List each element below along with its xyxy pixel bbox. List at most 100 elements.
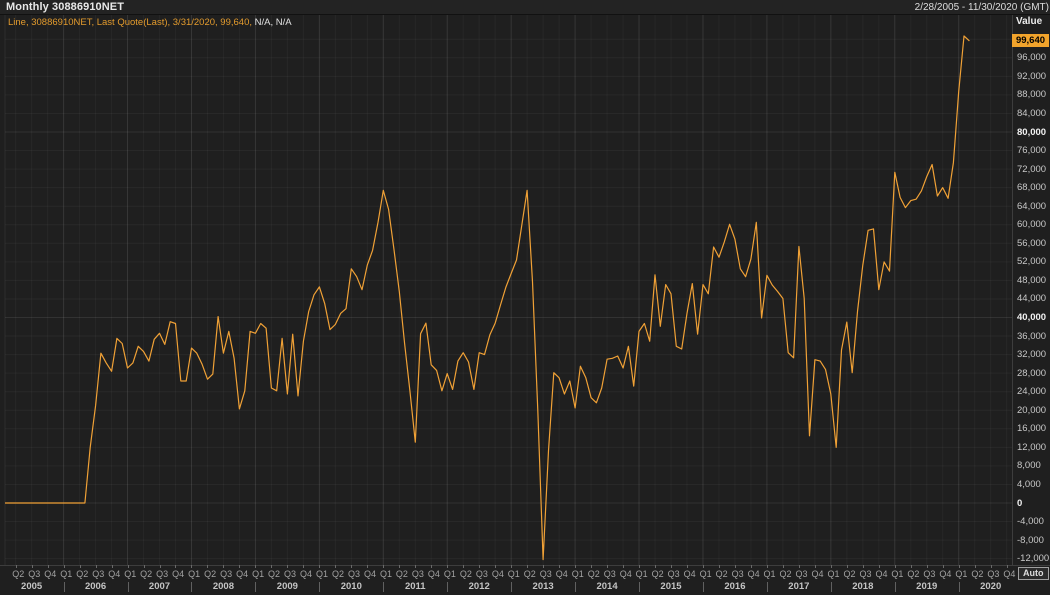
y-tick-label: 4,000 <box>1017 479 1041 490</box>
quarter-label: Q3 <box>923 569 935 579</box>
quarter-tick <box>207 565 208 568</box>
quarter-tick <box>479 565 480 568</box>
quarter-label: Q3 <box>28 569 40 579</box>
quarter-tick <box>815 565 816 568</box>
quarter-tick <box>943 565 944 568</box>
quarter-label: Q3 <box>796 569 808 579</box>
quarter-tick <box>831 565 832 568</box>
quarter-tick <box>783 565 784 568</box>
quarter-label: Q4 <box>812 569 824 579</box>
quarter-tick <box>160 565 161 568</box>
quarter-label: Q4 <box>748 569 760 579</box>
quarter-tick <box>991 565 992 568</box>
quarter-tick <box>879 565 880 568</box>
quarter-label: Q1 <box>700 569 712 579</box>
quarter-tick <box>911 565 912 568</box>
y-tick-label: 84,000 <box>1017 108 1046 119</box>
y-tick-label: 52,000 <box>1017 256 1046 267</box>
quarter-tick <box>463 565 464 568</box>
year-label: 2014 <box>596 581 617 592</box>
series-legend[interactable]: Line, 30886910NET, Last Quote(Last), 3/3… <box>8 17 292 28</box>
year-label: 2020 <box>980 581 1001 592</box>
quarter-label: Q1 <box>827 569 839 579</box>
y-tick-label: 24,000 <box>1017 386 1046 397</box>
quarter-tick <box>687 565 688 568</box>
y-tick-label: 48,000 <box>1017 275 1046 286</box>
quarter-label: Q3 <box>604 569 616 579</box>
quarter-label: Q4 <box>620 569 632 579</box>
year-separator <box>895 582 896 592</box>
quarter-label: Q1 <box>508 569 520 579</box>
y-tick-label: 68,000 <box>1017 182 1046 193</box>
series-legend-text: Line, 30886910NET, Last Quote(Last), 3/3… <box>8 17 252 28</box>
quarter-label: Q4 <box>556 569 568 579</box>
year-label: 2006 <box>85 581 106 592</box>
quarter-tick <box>511 565 512 568</box>
quarter-tick <box>735 565 736 568</box>
quarter-tick <box>703 565 704 568</box>
quarter-label: Q2 <box>140 569 152 579</box>
quarter-label: Q4 <box>300 569 312 579</box>
y-tick-label: 88,000 <box>1017 89 1046 100</box>
y-tick-label: 96,000 <box>1017 52 1046 63</box>
year-separator <box>255 582 256 592</box>
year-separator <box>383 582 384 592</box>
year-label: 2010 <box>341 581 362 592</box>
quarter-label: Q1 <box>955 569 967 579</box>
y-tick-label: 44,000 <box>1017 293 1046 304</box>
quarter-label: Q4 <box>939 569 951 579</box>
quarter-tick <box>319 565 320 568</box>
quarter-label: Q4 <box>44 569 56 579</box>
quarter-tick <box>975 565 976 568</box>
quarter-label: Q2 <box>268 569 280 579</box>
y-tick-label: 20,000 <box>1017 405 1046 416</box>
quarter-tick <box>623 565 624 568</box>
year-label: 2008 <box>213 581 234 592</box>
quarter-label: Q4 <box>684 569 696 579</box>
year-label: 2005 <box>21 581 42 592</box>
quarter-tick <box>239 565 240 568</box>
quarter-tick <box>607 565 608 568</box>
year-separator <box>511 582 512 592</box>
quarter-tick <box>655 565 656 568</box>
year-separator <box>319 582 320 592</box>
price-chart-plot-area[interactable] <box>0 0 1050 595</box>
quarter-label: Q1 <box>572 569 584 579</box>
quarter-tick <box>32 565 33 568</box>
quarter-tick <box>128 565 129 568</box>
quarter-label: Q2 <box>524 569 536 579</box>
quarter-label: Q4 <box>492 569 504 579</box>
quarter-tick <box>591 565 592 568</box>
price-line-series[interactable] <box>5 36 969 560</box>
quarter-tick <box>399 565 400 568</box>
quarter-tick <box>48 565 49 568</box>
quarter-tick <box>431 565 432 568</box>
quarter-tick <box>96 565 97 568</box>
year-separator <box>575 582 576 592</box>
quarter-label: Q4 <box>236 569 248 579</box>
quarter-tick <box>1007 565 1008 568</box>
last-value-badge: 99,640 <box>1012 34 1049 47</box>
quarter-label: Q1 <box>188 569 200 579</box>
quarter-tick <box>255 565 256 568</box>
quarter-label: Q4 <box>172 569 184 579</box>
quarter-tick <box>367 565 368 568</box>
quarter-tick <box>751 565 752 568</box>
quarter-tick <box>767 565 768 568</box>
quarter-label: Q2 <box>204 569 216 579</box>
quarter-label: Q2 <box>588 569 600 579</box>
quarter-label: Q1 <box>60 569 72 579</box>
quarter-tick <box>223 565 224 568</box>
quarter-tick <box>895 565 896 568</box>
quarter-label: Q4 <box>1003 569 1015 579</box>
year-label: 2018 <box>852 581 873 592</box>
quarter-label: Q3 <box>668 569 680 579</box>
quarter-label: Q1 <box>316 569 328 579</box>
axis-auto-scale-button[interactable]: Auto <box>1018 567 1049 580</box>
series-legend-na-text: N/A, N/A <box>252 17 292 28</box>
y-tick-label: 60,000 <box>1017 219 1046 230</box>
y-tick-label: 72,000 <box>1017 164 1046 175</box>
quarter-tick <box>287 565 288 568</box>
quarter-label: Q1 <box>252 569 264 579</box>
chart-titlebar: Monthly 30886910NET 2/28/2005 - 11/30/20… <box>0 0 1050 15</box>
